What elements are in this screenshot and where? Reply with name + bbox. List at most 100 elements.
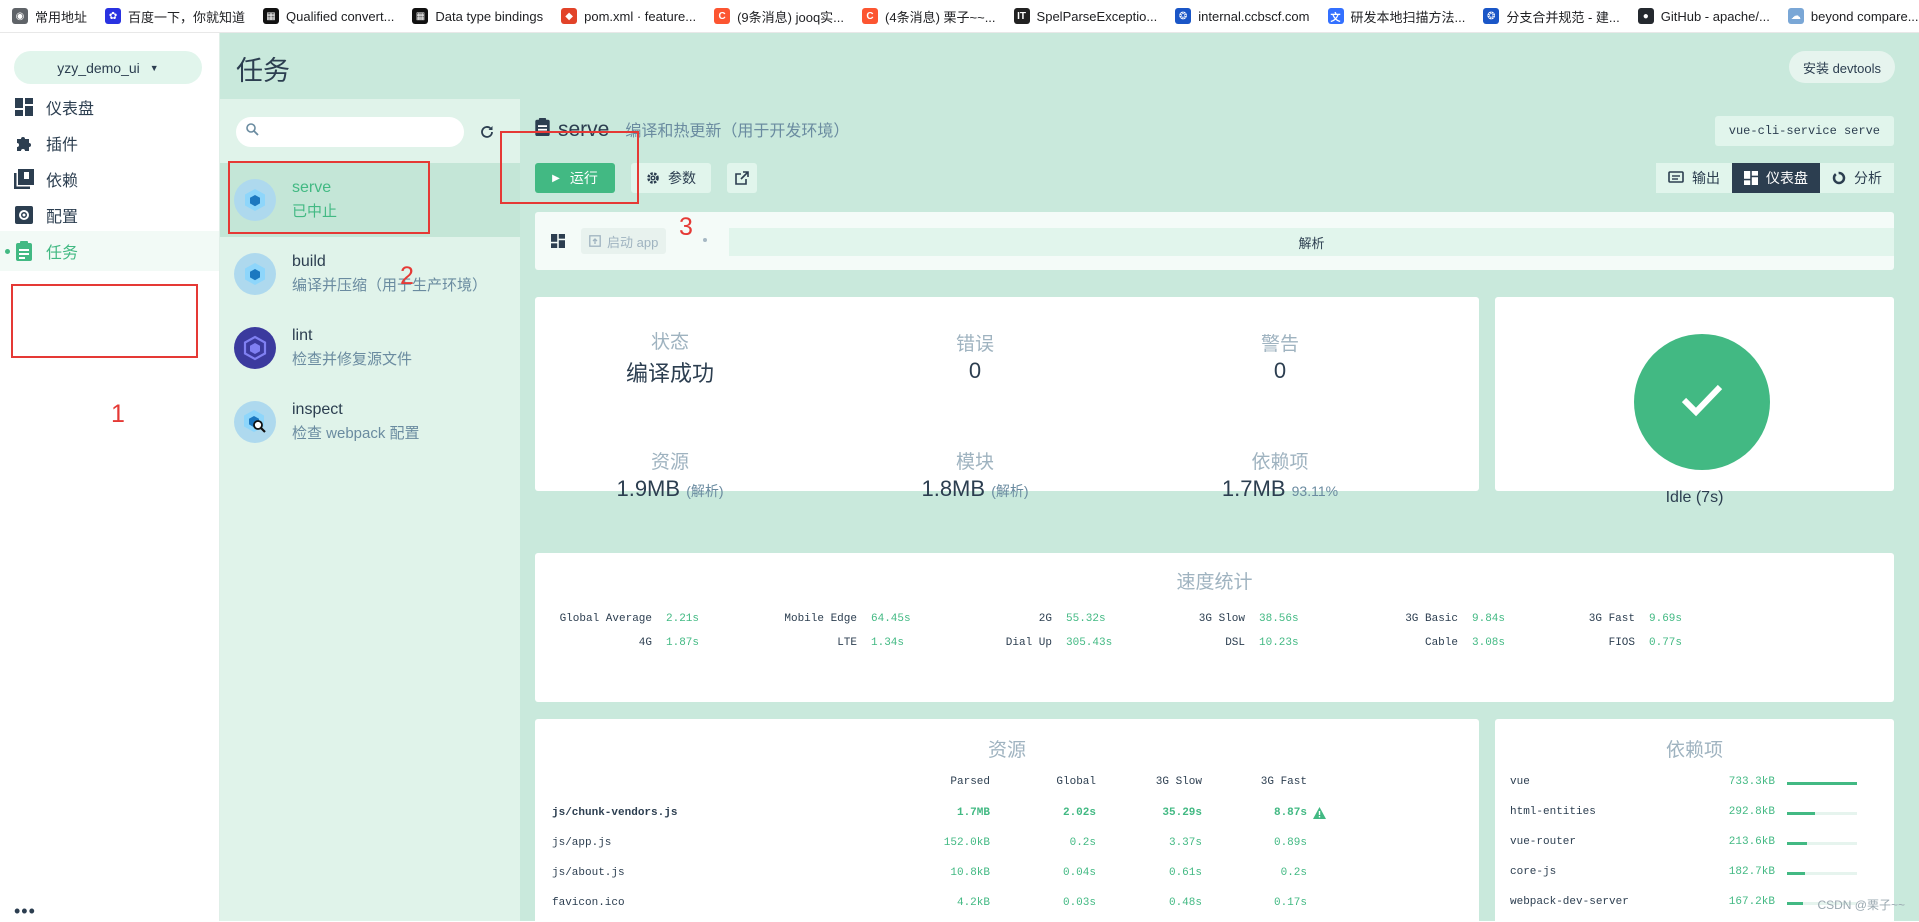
dependency-name: html-entities (1510, 806, 1596, 818)
cloud-icon: ☁ (1787, 8, 1804, 24)
nav-label-dependencies: 依赖 (46, 173, 79, 190)
clipboard-icon (14, 241, 34, 261)
nav-item-dependencies[interactable]: 依赖 (0, 159, 219, 199)
nav-item-tasks[interactable]: 任务 (0, 231, 219, 271)
speed-value: 2.21s (666, 613, 700, 625)
webpack-inspect-icon (234, 401, 276, 443)
bookmark-item[interactable]: 文研发本地扫描方法... (1327, 7, 1465, 26)
bookmark-item[interactable]: ◆ pom.xml · feature... (561, 8, 696, 24)
eslint-icon (234, 327, 276, 369)
stat-assets: 资源 1.9MB (解析) (520, 447, 820, 502)
jooq-icon: ▦ (263, 8, 280, 24)
annotation-number-1: 1 (111, 400, 125, 428)
dependency-bar-fill (1787, 812, 1815, 815)
stat-value: 1.9MB (616, 476, 681, 501)
stat-value: 0 (1273, 358, 1287, 383)
check-icon (1680, 383, 1724, 422)
dependency-size: 292.8kB (1728, 806, 1775, 818)
stat-dependencies: 依赖项 1.7MB 93.11% (1130, 447, 1430, 502)
task-search-input[interactable] (267, 124, 457, 140)
bookmark-item[interactable]: ✿ 百度一下，你就知道 (105, 7, 245, 26)
nav-item-dashboard[interactable]: 仪表盘 (0, 87, 219, 127)
task-name: inspect (292, 401, 343, 418)
stat-unit[interactable]: (解析) (686, 483, 723, 499)
speed-value: 64.45s (871, 613, 911, 625)
speed-value: 0.77s (1649, 637, 1683, 649)
bookmark-item[interactable]: ● GitHub - apache/... (1637, 8, 1770, 24)
nav-label-config: 配置 (46, 209, 79, 226)
dependency-name: core-js (1510, 866, 1557, 878)
speed-value: 1.87s (666, 637, 700, 649)
dependency-bar-fill (1787, 902, 1804, 905)
tab-dashboard[interactable]: 仪表盘 (1732, 163, 1820, 193)
idle-card: Idle (7s) (1495, 297, 1894, 506)
dependency-size: 182.7kB (1728, 866, 1775, 878)
column-header: 3G Fast (1260, 776, 1307, 788)
warning-icon (1313, 806, 1326, 824)
globe-icon: ◉ (12, 8, 28, 24)
stat-label: 依赖项 (1251, 452, 1309, 473)
site-icon: ❂ (1483, 8, 1500, 24)
speed-value: 1.34s (871, 637, 905, 649)
dashboard-icon (551, 234, 565, 253)
asset-cell: 3.37s (1168, 837, 1202, 849)
asset-name: js/app.js (552, 837, 612, 849)
asset-cell: 152.0kB (943, 837, 990, 849)
column-header: Global (1056, 776, 1096, 788)
dependency-bar (1787, 812, 1857, 815)
asset-cell: 0.04s (1062, 867, 1096, 879)
dashboard-icon (14, 97, 34, 117)
tab-analyze[interactable]: 分析 (1820, 163, 1894, 193)
asset-name: favicon.ico (552, 897, 625, 909)
project-selector[interactable]: yzy_demo_ui ▼ (14, 51, 202, 84)
stat-label: 警告 (1260, 334, 1299, 355)
nav-item-config[interactable]: 配置 (0, 195, 219, 235)
speed-stat: DSL 10.23s (1145, 637, 1298, 649)
more-options-icon[interactable]: ••• (14, 901, 36, 922)
bookmark-item[interactable]: ▦ Data type bindings (412, 8, 543, 24)
bookmark-item[interactable]: ❂ internal.ccbscf.com (1175, 8, 1310, 24)
speed-network: LTE (837, 637, 857, 649)
task-item-lint[interactable]: lint 检查并修复源文件 (220, 311, 520, 385)
task-item-inspect[interactable]: inspect 检查 webpack 配置 (220, 385, 520, 459)
annotation-number-3: 3 (679, 213, 693, 241)
refresh-icon[interactable] (476, 121, 498, 143)
task-item-build[interactable]: build 编译并压缩（用于生产环境） (220, 237, 520, 311)
task-search[interactable] (236, 117, 464, 147)
asset-name: js/about.js (552, 867, 625, 879)
dependencies-card: 依赖项 vue 733.3kB html-entities 292.8kB vue-ro… (1495, 719, 1894, 921)
speed-value: 38.56s (1259, 613, 1299, 625)
install-devtools-button[interactable]: 安装 devtools (1788, 51, 1895, 83)
dependency-size: 733.3kB (1728, 776, 1775, 788)
csdn-icon: C (714, 8, 731, 24)
speed-value: 9.69s (1649, 613, 1683, 625)
stat-unit: 93.11% (1291, 483, 1339, 499)
open-external-icon[interactable] (727, 163, 757, 193)
settings-icon (14, 205, 34, 225)
dependency-bar (1787, 872, 1857, 875)
tab-output[interactable]: 输出 (1656, 163, 1732, 193)
params-button[interactable]: 参数 (631, 163, 711, 193)
bookmark-item[interactable]: IT SpelParseExceptio... (1013, 8, 1157, 24)
speed-value: 9.84s (1472, 613, 1506, 625)
start-app-button[interactable]: 启动 app (581, 228, 667, 254)
bookmark-item[interactable]: ☁ beyond compare... (1787, 8, 1919, 24)
page-header: 任务 安装 devtools (220, 33, 1919, 99)
stat-label: 错误 (955, 334, 994, 355)
command-chip: vue-cli-service serve (1714, 116, 1894, 146)
annotation-number-2: 2 (400, 262, 414, 290)
bookmark-item[interactable]: ❂ 分支合并规范 - 建... (1483, 7, 1620, 26)
stat-unit[interactable]: (解析) (991, 483, 1028, 499)
bookmark-item[interactable]: C (4条消息) 栗子~~... (862, 7, 996, 26)
nav-label-dashboard: 仪表盘 (46, 101, 95, 118)
speed-network: Dial Up (1005, 637, 1052, 649)
bookmark-item[interactable]: ▦ Qualified convert... (263, 8, 394, 24)
nav-item-plugins[interactable]: 插件 (0, 123, 219, 163)
speed-stat: Global Average 2.21s (552, 613, 699, 625)
bookmark-item[interactable]: C (9条消息) jooq实... (714, 7, 844, 26)
bookmark-item[interactable]: ◉ 常用地址 (12, 7, 87, 26)
left-nav: yzy_demo_ui ▼ 仪表盘 插件 依赖 配置 任务 ••• (0, 33, 220, 921)
asset-cell: 0.03s (1062, 897, 1096, 909)
bookmark-label: (4条消息) 栗子~~... (885, 9, 996, 25)
search-icon (246, 123, 259, 141)
